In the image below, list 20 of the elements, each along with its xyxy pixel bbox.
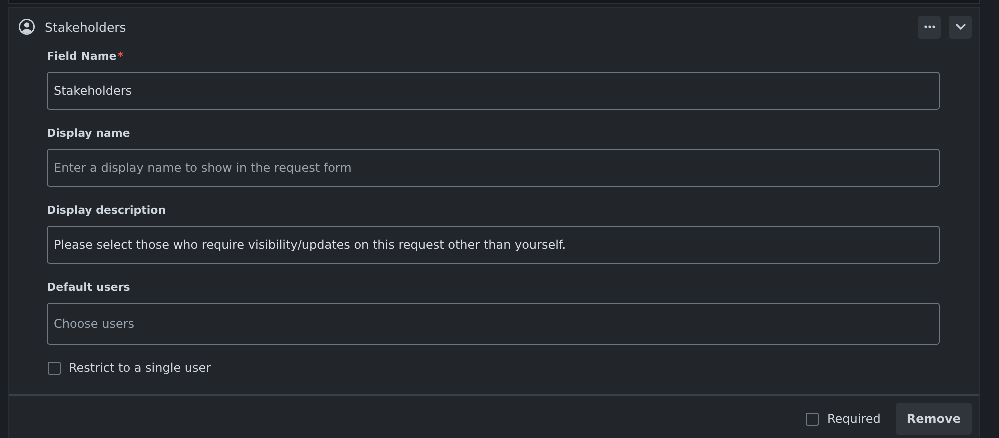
field-label: Default users bbox=[47, 281, 130, 294]
required-mark: * bbox=[118, 50, 124, 63]
user-icon bbox=[19, 19, 35, 35]
field-label: Field Name bbox=[47, 50, 117, 63]
more-icon bbox=[924, 25, 936, 29]
checkbox[interactable] bbox=[48, 362, 61, 374]
remove-button[interactable]: Remove bbox=[896, 403, 972, 435]
checkbox-label: Required bbox=[827, 412, 881, 426]
collapse-button[interactable] bbox=[949, 16, 972, 38]
input-field[interactable]: Choose users bbox=[47, 303, 940, 345]
input-field[interactable]: Stakeholders bbox=[47, 72, 940, 110]
panel-title: Stakeholders bbox=[45, 20, 126, 34]
field-label: Display description bbox=[47, 204, 166, 217]
more-button[interactable] bbox=[918, 16, 941, 38]
field-label: Display name bbox=[47, 127, 130, 140]
checkbox-label: Restrict to a single user bbox=[69, 361, 212, 375]
chevron-down-icon bbox=[954, 23, 966, 31]
input-field[interactable]: Enter a display name to show in the request form bbox=[47, 149, 940, 187]
input-field[interactable]: Please select those who require visibility/updates on this request other than yourself. bbox=[47, 226, 940, 264]
checkbox[interactable] bbox=[806, 412, 820, 426]
